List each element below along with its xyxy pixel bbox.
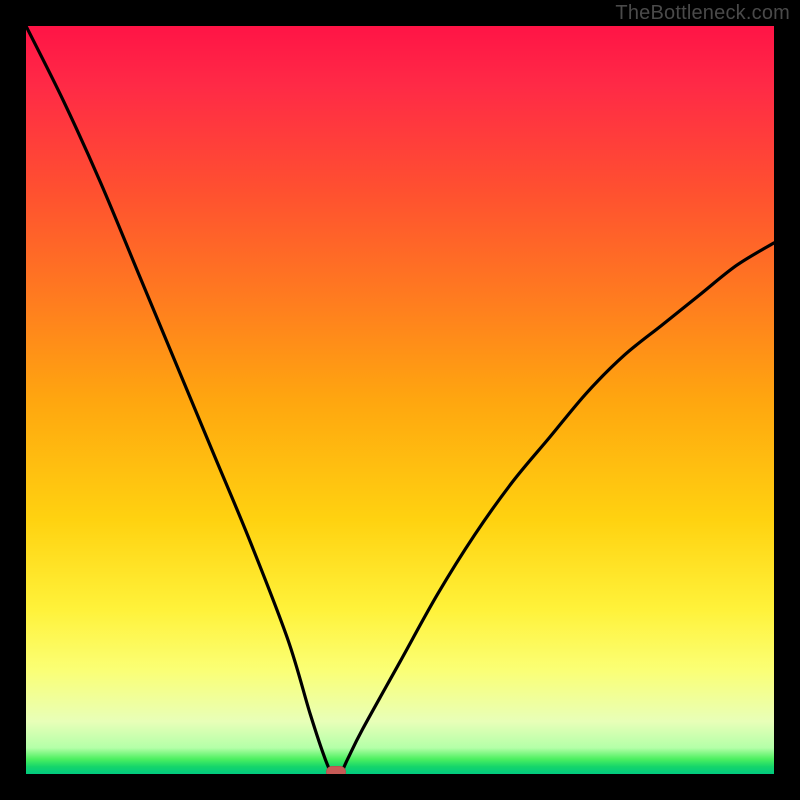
plot-area [26, 26, 774, 774]
minimum-marker [326, 766, 346, 774]
chart-frame: TheBottleneck.com [0, 0, 800, 800]
bottleneck-curve [26, 26, 774, 774]
watermark-text: TheBottleneck.com [615, 2, 790, 25]
